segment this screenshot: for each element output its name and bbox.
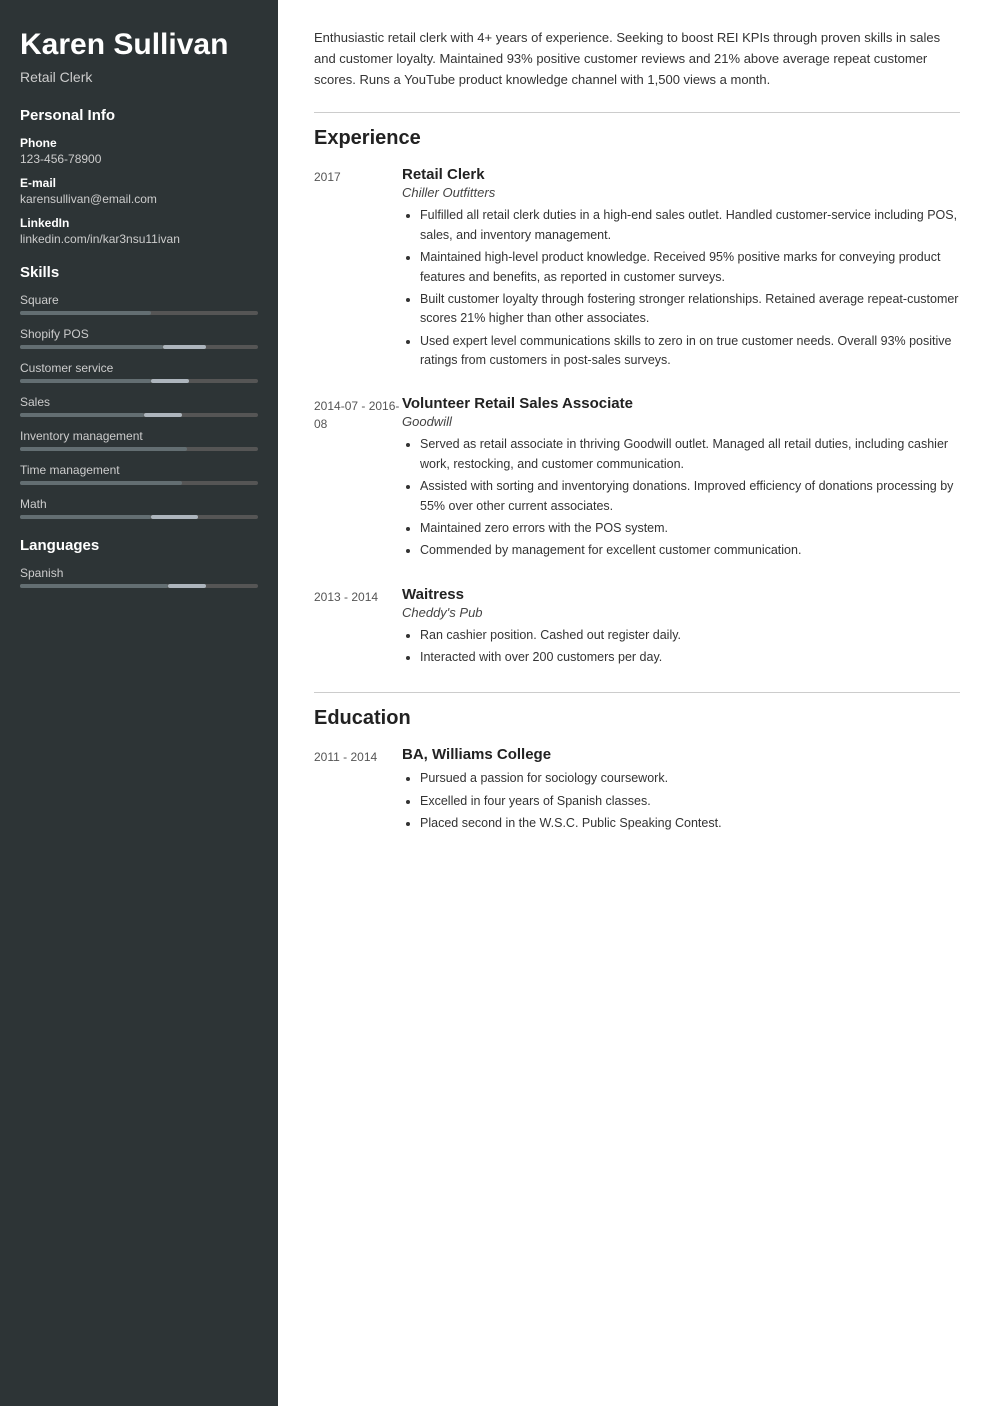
- skill-bar: [20, 481, 258, 485]
- skill-item: Square: [20, 293, 258, 315]
- skill-name: Shopify POS: [20, 327, 258, 341]
- job-title: Waitress: [402, 586, 960, 603]
- experience-section-title: Experience: [314, 127, 960, 150]
- edu-bullet: Excelled in four years of Spanish classe…: [420, 792, 960, 811]
- skill-name: Time management: [20, 463, 258, 477]
- job-date: 2014-07 - 2016-08: [314, 395, 402, 563]
- personal-info-section-title: Personal Info: [20, 107, 258, 124]
- edu-bullet: Pursued a passion for sociology coursewo…: [420, 769, 960, 788]
- job-bullet: Commended by management for excellent cu…: [420, 541, 960, 560]
- edu-block: 2011 - 2014BA, Williams College Pursued a…: [314, 746, 960, 836]
- job-bullet: Interacted with over 200 customers per d…: [420, 648, 960, 667]
- languages-section-title: Languages: [20, 537, 258, 554]
- job-bullet: Ran cashier position. Cashed out registe…: [420, 626, 960, 645]
- skill-item: Customer service: [20, 361, 258, 383]
- skill-bar: [20, 515, 258, 519]
- job-title: Volunteer Retail Sales Associate: [402, 395, 960, 412]
- skill-item: Math: [20, 497, 258, 519]
- job-title: Retail Clerk: [402, 166, 960, 183]
- education-section-title: Education: [314, 707, 960, 730]
- education-list: 2011 - 2014BA, Williams College Pursued a…: [314, 746, 960, 836]
- skill-name: Math: [20, 497, 258, 511]
- skill-bar: [20, 413, 258, 417]
- email-label: E-mail: [20, 176, 258, 190]
- edu-bullets: Pursued a passion for sociology coursewo…: [402, 769, 960, 833]
- skill-bar-accent: [163, 345, 206, 349]
- job-bullets: Served as retail associate in thriving G…: [402, 435, 960, 560]
- skill-name: Square: [20, 293, 258, 307]
- job-bullet: Served as retail associate in thriving G…: [420, 435, 960, 474]
- job-bullet: Used expert level communications skills …: [420, 332, 960, 371]
- phone-value: 123-456-78900: [20, 152, 258, 166]
- linkedin-label: LinkedIn: [20, 216, 258, 230]
- job-date: 2013 - 2014: [314, 586, 402, 671]
- skills-list: Square Shopify POS Customer service Sales In…: [20, 293, 258, 519]
- phone-label: Phone: [20, 136, 258, 150]
- skill-bar-accent: [151, 515, 199, 519]
- jobs-list: 2017Retail Clerk Chiller Outfitters Fulfil…: [314, 166, 960, 670]
- summary-text: Enthusiastic retail clerk with 4+ years …: [314, 28, 960, 90]
- job-bullet: Maintained zero errors with the POS syst…: [420, 519, 960, 538]
- language-bar: [20, 584, 258, 588]
- skill-bar-accent: [151, 379, 189, 383]
- name-heading: Karen Sullivan: [20, 28, 258, 63]
- skill-bar-fill: [20, 345, 163, 349]
- skill-bar: [20, 447, 258, 451]
- language-item: Spanish: [20, 566, 258, 588]
- edu-degree: BA, Williams College: [402, 746, 960, 763]
- skill-bar: [20, 345, 258, 349]
- skill-bar-fill: [20, 413, 144, 417]
- experience-divider: [314, 112, 960, 113]
- linkedin-item: LinkedIn linkedin.com/in/kar3nsu11ivan: [20, 216, 258, 246]
- email-item: E-mail karensullivan@email.com: [20, 176, 258, 206]
- skill-name: Customer service: [20, 361, 258, 375]
- skill-name: Sales: [20, 395, 258, 409]
- job-company: Chiller Outfitters: [402, 185, 960, 200]
- skill-item: Shopify POS: [20, 327, 258, 349]
- job-bullet: Assisted with sorting and inventorying d…: [420, 477, 960, 516]
- job-content: Retail Clerk Chiller Outfitters Fulfilled …: [402, 166, 960, 373]
- skills-section-title: Skills: [20, 264, 258, 281]
- phone-item: Phone 123-456-78900: [20, 136, 258, 166]
- job-bullet: Maintained high-level product knowledge.…: [420, 248, 960, 287]
- job-company: Goodwill: [402, 414, 960, 429]
- email-value: karensullivan@email.com: [20, 192, 258, 206]
- job-bullet: Fulfilled all retail clerk duties in a h…: [420, 206, 960, 245]
- job-block: 2017Retail Clerk Chiller Outfitters Fulfil…: [314, 166, 960, 373]
- skill-item: Time management: [20, 463, 258, 485]
- skill-bar-fill: [20, 311, 151, 315]
- language-name: Spanish: [20, 566, 258, 580]
- skill-item: Inventory management: [20, 429, 258, 451]
- linkedin-value: linkedin.com/in/kar3nsu11ivan: [20, 232, 258, 246]
- job-date: 2017: [314, 166, 402, 373]
- skill-name: Inventory management: [20, 429, 258, 443]
- sidebar: Karen Sullivan Retail Clerk Personal Inf…: [0, 0, 278, 1406]
- skill-bar-fill: [20, 481, 182, 485]
- edu-bullet: Placed second in the W.S.C. Public Speak…: [420, 814, 960, 833]
- skill-bar-accent: [144, 413, 182, 417]
- skill-bar-fill: [20, 447, 187, 451]
- skill-bar-fill: [20, 379, 151, 383]
- edu-date: 2011 - 2014: [314, 746, 402, 836]
- edu-content: BA, Williams College Pursued a passion fo…: [402, 746, 960, 836]
- job-title-heading: Retail Clerk: [20, 69, 258, 85]
- skill-bar: [20, 379, 258, 383]
- education-divider: [314, 692, 960, 693]
- job-content: Waitress Cheddy's Pub Ran cashier position…: [402, 586, 960, 671]
- skill-bar: [20, 311, 258, 315]
- language-bar-fill: [20, 584, 168, 588]
- main-content: Enthusiastic retail clerk with 4+ years …: [278, 0, 996, 1406]
- job-block: 2014-07 - 2016-08Volunteer Retail Sales …: [314, 395, 960, 563]
- job-block: 2013 - 2014Waitress Cheddy's Pub Ran cashi…: [314, 586, 960, 671]
- language-bar-accent: [168, 584, 206, 588]
- job-content: Volunteer Retail Sales Associate Goodwill…: [402, 395, 960, 563]
- skill-bar-fill: [20, 515, 151, 519]
- job-bullet: Built customer loyalty through fostering…: [420, 290, 960, 329]
- job-bullets: Ran cashier position. Cashed out registe…: [402, 626, 960, 668]
- job-bullets: Fulfilled all retail clerk duties in a h…: [402, 206, 960, 370]
- job-company: Cheddy's Pub: [402, 605, 960, 620]
- skill-item: Sales: [20, 395, 258, 417]
- languages-list: Spanish: [20, 566, 258, 588]
